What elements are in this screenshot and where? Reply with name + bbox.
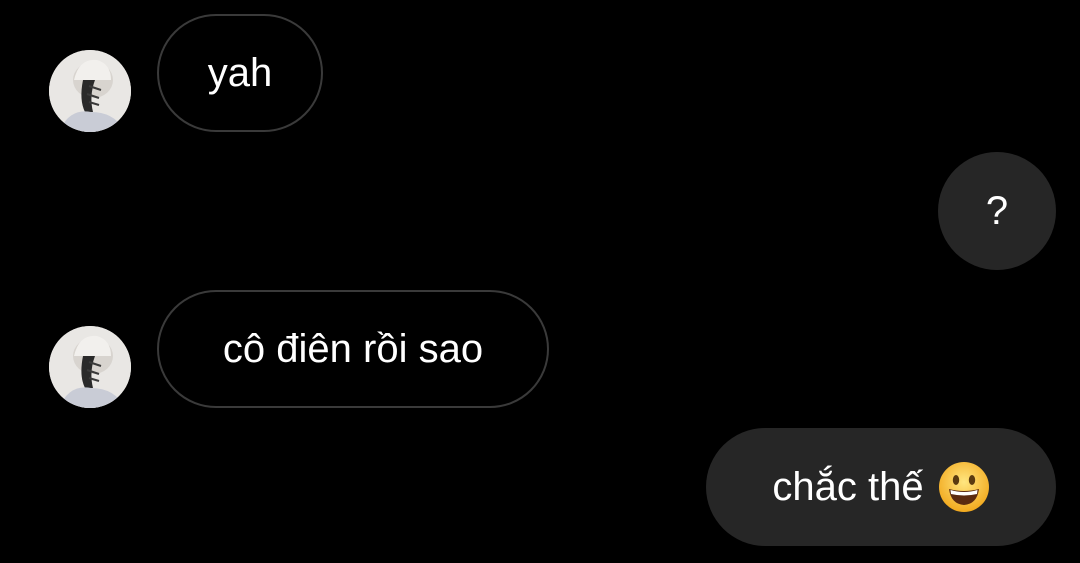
avatar[interactable] [49,50,131,132]
message-text: ? [985,189,1009,233]
message-text: cô điên rồi sao [222,327,484,371]
message-text: chắc thế [772,465,924,509]
message-row-incoming: yah [0,14,1080,132]
message-row-outgoing: ? [0,152,1080,270]
message-text: yah [207,51,273,95]
avatar-photo-icon [49,326,131,408]
incoming-message-bubble[interactable]: yah [157,14,323,132]
message-row-outgoing: chắc thế [0,428,1080,546]
incoming-message-bubble[interactable]: cô điên rồi sao [157,290,549,408]
outgoing-message-bubble[interactable]: chắc thế [706,428,1056,546]
avatar-photo-icon [49,50,131,132]
message-content: chắc thế [772,461,989,513]
avatar[interactable] [49,326,131,408]
outgoing-message-bubble[interactable]: ? [938,152,1056,270]
grinning-face-emoji-icon [938,461,990,513]
message-row-incoming: cô điên rồi sao [0,290,1080,408]
